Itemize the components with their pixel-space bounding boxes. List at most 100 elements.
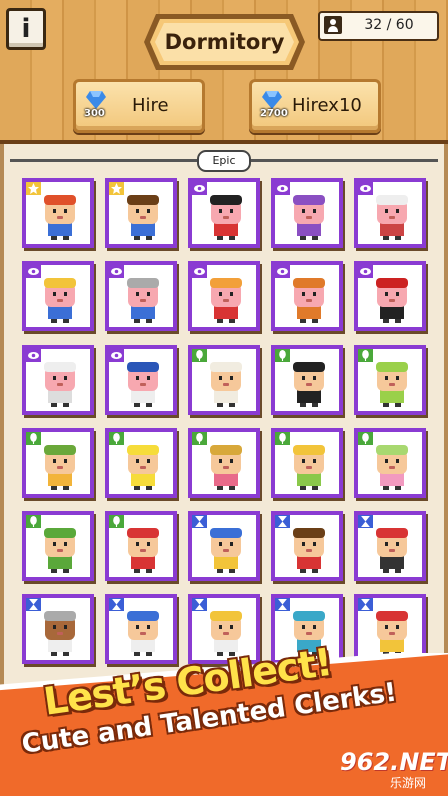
clerk-card[interactable] [188,345,260,415]
clerk-card[interactable] [271,261,343,331]
page-title: Dormitory [164,30,285,54]
clerk-card[interactable] [271,178,343,248]
clerk-avatar [210,195,242,240]
hire10-cost: 2700 [260,108,288,119]
clerk-card[interactable] [105,261,177,331]
capacity-text: 32 / 60 [364,17,414,33]
clerk-card[interactable] [354,511,426,581]
info-icon: i [21,14,31,44]
hire10-button[interactable]: 2700 Hirex10 [249,79,381,133]
clerk-card[interactable] [354,261,426,331]
eye-icon [26,349,41,362]
tier-label: Epic [197,150,251,172]
clerk-card[interactable] [271,345,343,415]
clerk-avatar [376,278,408,323]
clerk-avatar [376,611,408,656]
star-icon [26,182,41,195]
leaf-icon [109,515,124,528]
star-icon [109,182,124,195]
clerk-avatar [44,195,76,240]
eye-icon [192,182,207,195]
hire-button[interactable]: 300 Hire [73,79,205,133]
clerk-avatar [44,611,76,656]
leaf-icon [275,432,290,445]
hourglass-icon [109,598,124,611]
gem-icon [262,91,282,109]
clerk-avatar [127,611,159,656]
clerk-card[interactable] [22,261,94,331]
leaf-icon [358,349,373,362]
watermark-site: 乐游网 [390,776,427,790]
hire-cost: 300 [84,108,105,119]
title-plate: Dormitory [142,12,307,72]
hourglass-icon [358,598,373,611]
clerk-card[interactable] [354,428,426,498]
hire-label: Hire [132,95,169,116]
leaf-icon [109,432,124,445]
person-icon [324,16,342,34]
clerk-avatar [127,445,159,490]
hire10-label: Hirex10 [292,95,362,116]
clerk-card[interactable] [105,178,177,248]
clerk-avatar [210,445,242,490]
clerk-card[interactable] [188,428,260,498]
clerk-avatar [293,445,325,490]
clerk-avatar [376,528,408,573]
watermark-brand: 962.NET [340,748,448,776]
eye-icon [192,265,207,278]
clerk-avatar [44,362,76,407]
clerk-card[interactable] [188,178,260,248]
clerk-card[interactable] [188,511,260,581]
clerk-avatar [44,278,76,323]
info-button[interactable]: i [6,8,46,50]
eye-icon [275,265,290,278]
eye-icon [358,182,373,195]
clerk-avatar [293,362,325,407]
clerk-card[interactable] [188,261,260,331]
clerk-card[interactable] [354,178,426,248]
clerk-avatar [44,528,76,573]
clerk-avatar [127,195,159,240]
eye-icon [109,349,124,362]
leaf-icon [26,515,41,528]
clerk-card[interactable] [105,511,177,581]
clerk-avatar [293,278,325,323]
eye-icon [26,265,41,278]
watermark: 962.NET 乐游网 [336,748,448,792]
clerk-avatar [44,445,76,490]
clerk-card[interactable] [354,345,426,415]
clerk-card[interactable] [105,428,177,498]
leaf-icon [26,432,41,445]
eye-icon [358,265,373,278]
clerk-avatar [376,195,408,240]
capacity-counter: 32 / 60 [318,11,439,41]
clerk-avatar [376,362,408,407]
hourglass-icon [192,598,207,611]
clerk-card[interactable] [22,428,94,498]
hourglass-icon [192,515,207,528]
clerk-avatar [127,278,159,323]
clerk-avatar [210,278,242,323]
clerk-avatar [293,195,325,240]
clerk-card[interactable] [105,345,177,415]
hourglass-icon [358,515,373,528]
clerk-avatar [210,362,242,407]
hourglass-icon [275,515,290,528]
leaf-icon [192,349,207,362]
clerk-avatar [127,528,159,573]
clerk-avatar [127,362,159,407]
clerk-avatar [293,528,325,573]
leaf-icon [192,432,207,445]
clerk-card[interactable] [271,428,343,498]
hourglass-icon [275,598,290,611]
clerk-avatar [210,611,242,656]
top-bar: i Dormitory 32 / 60 300 Hire 2700 Hirex1… [0,0,448,144]
clerk-card[interactable] [22,511,94,581]
clerk-card[interactable] [22,178,94,248]
clerk-card[interactable] [22,345,94,415]
leaf-icon [358,432,373,445]
clerk-avatar [376,445,408,490]
clerk-avatar [210,528,242,573]
leaf-icon [275,349,290,362]
clerk-card[interactable] [271,511,343,581]
